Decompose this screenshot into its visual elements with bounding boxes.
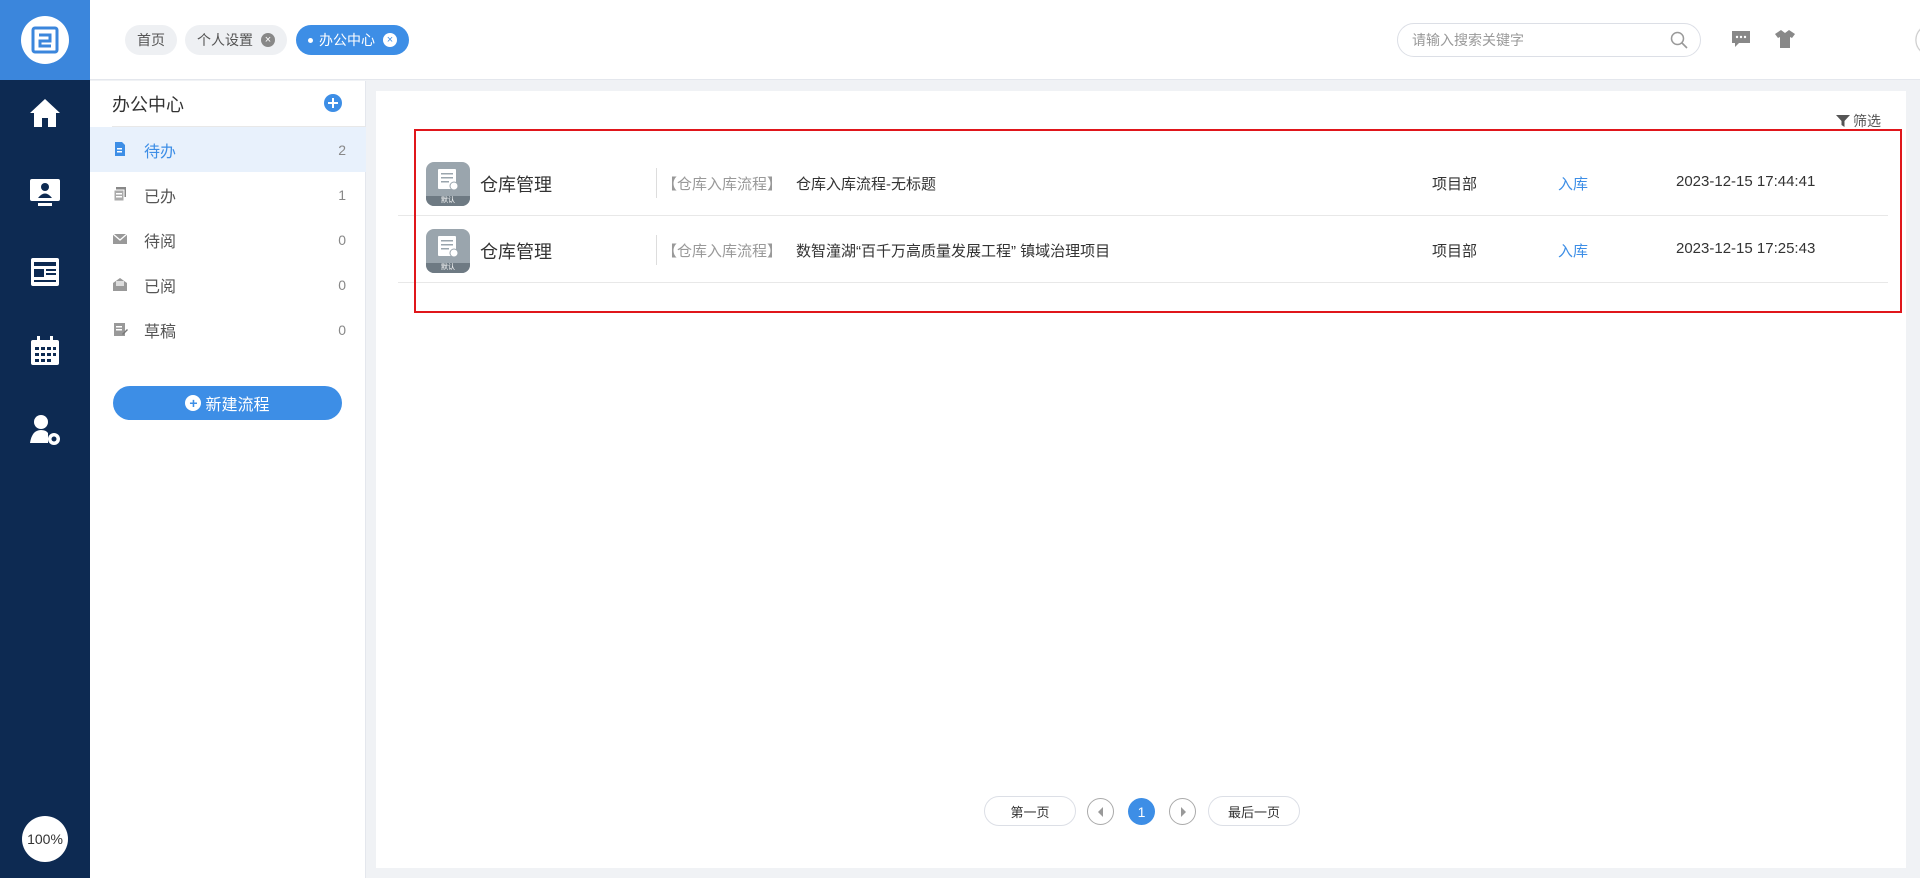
- app-logo[interactable]: [0, 0, 90, 80]
- search-box: [1397, 23, 1701, 57]
- sidebar-item-label: 已阅: [144, 278, 177, 296]
- tab-label: 首页: [137, 32, 165, 48]
- filter-button[interactable]: 筛选: [1836, 111, 1881, 131]
- chevron-right-icon: [1180, 806, 1186, 817]
- close-icon[interactable]: ×: [261, 33, 275, 47]
- filter-icon: [1836, 115, 1850, 127]
- avatar[interactable]: [1915, 24, 1920, 56]
- file-icon: [115, 142, 125, 156]
- tab-label: 个人设置: [197, 32, 253, 48]
- nav-user-settings[interactable]: [0, 400, 90, 460]
- new-process-button[interactable]: + 新建流程: [113, 386, 342, 420]
- sidebar-item-count: 0: [338, 321, 346, 338]
- sidebar-item-label: 待阅: [144, 233, 177, 251]
- filter-label: 筛选: [1853, 113, 1881, 129]
- tab-label: 办公中心: [319, 32, 375, 48]
- search-input[interactable]: [1412, 32, 1652, 48]
- tab-personal-settings[interactable]: 个人设置 ×: [185, 25, 287, 55]
- next-page-button[interactable]: [1169, 798, 1196, 825]
- highlight-box: [414, 129, 1902, 313]
- top-bar: 首页 个人设置 × 办公中心 × test: [90, 0, 1920, 80]
- logo-icon: [21, 16, 69, 64]
- sidebar-item-count: 1: [338, 186, 346, 203]
- close-icon[interactable]: ×: [383, 33, 397, 47]
- sidebar-item-count: 0: [338, 276, 346, 293]
- zoom-level[interactable]: 100%: [22, 816, 68, 862]
- first-page-button[interactable]: 第一页: [984, 796, 1076, 826]
- sidebar-item-todo[interactable]: 待办 2: [90, 127, 366, 172]
- calendar-icon: [31, 336, 59, 365]
- active-dot-icon: [308, 37, 313, 43]
- sidebar-item-to-read[interactable]: 待阅 0: [90, 217, 366, 262]
- sidebar-item-count: 2: [338, 141, 346, 158]
- sidebar-item-count: 0: [338, 231, 346, 248]
- user-settings-icon: [30, 415, 60, 445]
- skin-shirt-icon[interactable]: [1774, 28, 1798, 52]
- mail-icon: [112, 233, 128, 244]
- add-circle-icon[interactable]: [323, 93, 343, 113]
- sidebar-item-draft[interactable]: 草稿 0: [90, 307, 366, 352]
- nav-news[interactable]: [0, 242, 90, 302]
- news-icon: [31, 258, 59, 286]
- message-icon[interactable]: [1730, 28, 1754, 52]
- sidebar-item-done[interactable]: 已办 1: [90, 172, 366, 217]
- prev-page-button[interactable]: [1087, 798, 1114, 825]
- home-icon: [30, 99, 60, 127]
- tab-home[interactable]: 首页: [125, 25, 177, 55]
- chevron-left-icon: [1097, 806, 1103, 817]
- nav-calendar[interactable]: [0, 321, 90, 381]
- sidebar-item-label: 已办: [144, 188, 177, 206]
- main-panel: 筛选 默认 仓库管理 【仓库入库流程】 仓库入库流程-无标题 项目部 入库 20…: [376, 91, 1906, 868]
- search-icon[interactable]: [1670, 31, 1688, 49]
- sidebar-item-read[interactable]: 已阅 0: [90, 262, 366, 307]
- monitor-user-icon: [30, 179, 60, 206]
- tab-office-center[interactable]: 办公中心 ×: [296, 25, 409, 55]
- nav-monitor[interactable]: [0, 163, 90, 223]
- new-process-label: 新建流程: [205, 397, 270, 414]
- plus-circle-icon: +: [185, 395, 202, 411]
- page-number-current[interactable]: 1: [1128, 798, 1155, 825]
- sidebar-title: 办公中心: [112, 95, 184, 115]
- stack-icon: [113, 187, 126, 202]
- nav-home[interactable]: [0, 83, 90, 143]
- left-nav: 100%: [0, 0, 90, 878]
- draft-icon: [114, 323, 128, 336]
- sidebar-item-label: 草稿: [144, 323, 177, 341]
- mail-open-icon: [113, 278, 127, 291]
- sidebar: 办公中心 待办 2 已办 1 待阅 0 已阅 0 草稿 0 + 新建流程: [90, 81, 366, 878]
- last-page-button[interactable]: 最后一页: [1208, 796, 1300, 826]
- sidebar-item-label: 待办: [144, 143, 177, 161]
